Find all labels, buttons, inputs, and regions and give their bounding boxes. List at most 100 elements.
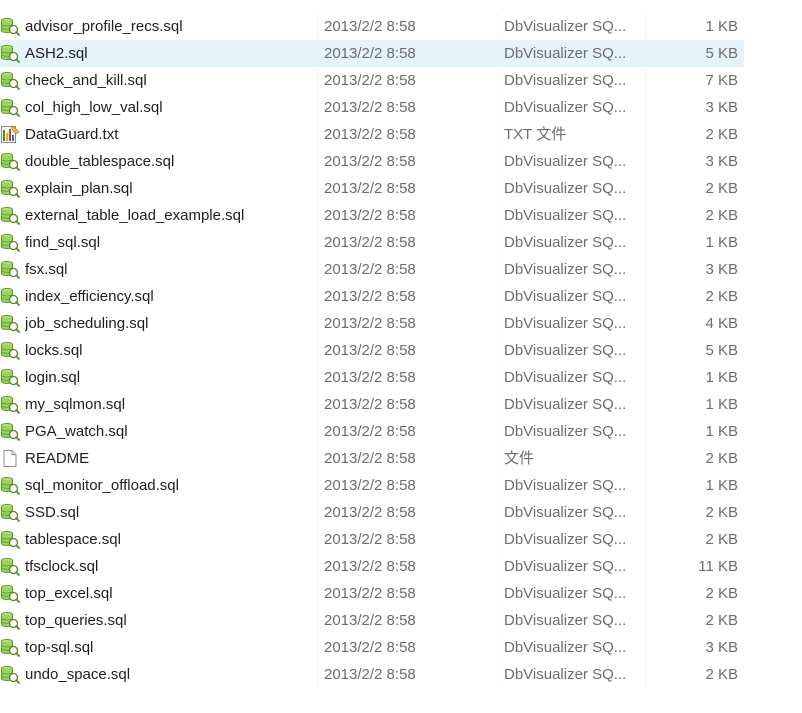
- file-name: explain_plan.sql: [25, 180, 133, 197]
- column-divider: [317, 418, 318, 445]
- column-divider: [497, 310, 498, 337]
- file-type: TXT 文件: [504, 126, 567, 143]
- file-name: top-sql.sql: [25, 639, 94, 656]
- file-type: DbVisualizer SQ...: [504, 666, 627, 683]
- file-row[interactable]: top_excel.sql 2013/2/2 8:58 DbVisualizer S…: [0, 580, 802, 607]
- sql-file-icon: [0, 179, 20, 198]
- file-size: 4 KB: [705, 315, 738, 332]
- file-modified-date: 2013/2/2 8:58: [324, 369, 416, 386]
- file-modified-date: 2013/2/2 8:58: [324, 315, 416, 332]
- file-size: 3 KB: [705, 261, 738, 278]
- file-modified-date: 2013/2/2 8:58: [324, 612, 416, 629]
- column-divider: [317, 121, 318, 148]
- file-row[interactable]: job_scheduling.sql 2013/2/2 8:58 DbVisuali…: [0, 310, 802, 337]
- column-divider: [497, 418, 498, 445]
- file-size: 2 KB: [705, 666, 738, 683]
- file-name: col_high_low_val.sql: [25, 99, 163, 116]
- file-modified-date: 2013/2/2 8:58: [324, 45, 416, 62]
- sql-file-icon: [0, 314, 20, 333]
- file-name: my_sqlmon.sql: [25, 396, 126, 413]
- file-type: DbVisualizer SQ...: [504, 153, 627, 170]
- column-divider: [497, 256, 498, 283]
- column-divider: [645, 40, 646, 67]
- column-divider: [317, 202, 318, 229]
- column-divider: [645, 148, 646, 175]
- file-size: 1 KB: [705, 18, 738, 35]
- column-divider: [645, 94, 646, 121]
- file-row[interactable]: sql_monitor_offload.sql 2013/2/2 8:58 DbVi…: [0, 472, 802, 499]
- file-row[interactable]: undo_space.sql 2013/2/2 8:58 DbVisualizer …: [0, 661, 802, 688]
- file-row[interactable]: fsx.sql 2013/2/2 8:58 DbVisualizer SQ... 3 …: [0, 256, 802, 283]
- file-modified-date: 2013/2/2 8:58: [324, 423, 416, 440]
- file-type: DbVisualizer SQ...: [504, 396, 627, 413]
- column-divider: [317, 256, 318, 283]
- column-divider: [317, 40, 318, 67]
- file-size: 2 KB: [705, 504, 738, 521]
- file-row[interactable]: login.sql 2013/2/2 8:58 DbVisualizer SQ...…: [0, 364, 802, 391]
- file-modified-date: 2013/2/2 8:58: [324, 477, 416, 494]
- file-size: 2 KB: [705, 585, 738, 602]
- sql-file-icon: [0, 395, 20, 414]
- file-row[interactable]: advisor_profile_recs.sql 2013/2/2 8:58 DbV…: [0, 13, 802, 40]
- file-row[interactable]: locks.sql 2013/2/2 8:58 DbVisualizer SQ...…: [0, 337, 802, 364]
- sql-file-icon: [0, 422, 20, 441]
- file-row[interactable]: explain_plan.sql 2013/2/2 8:58 DbVisualize…: [0, 175, 802, 202]
- column-divider: [645, 418, 646, 445]
- file-row[interactable]: ASH2.sql 2013/2/2 8:58 DbVisualizer SQ... 5…: [0, 40, 802, 67]
- file-row[interactable]: README 2013/2/2 8:58 文件 2 KB: [0, 445, 802, 472]
- file-row[interactable]: PGA_watch.sql 2013/2/2 8:58 DbVisualizer S…: [0, 418, 802, 445]
- file-row[interactable]: col_high_low_val.sql 2013/2/2 8:58 DbVisua…: [0, 94, 802, 121]
- file-modified-date: 2013/2/2 8:58: [324, 99, 416, 116]
- file-modified-date: 2013/2/2 8:58: [324, 504, 416, 521]
- column-divider: [645, 364, 646, 391]
- file-type: DbVisualizer SQ...: [504, 612, 627, 629]
- file-name: find_sql.sql: [25, 234, 101, 251]
- file-type: DbVisualizer SQ...: [504, 423, 627, 440]
- file-modified-date: 2013/2/2 8:58: [324, 153, 416, 170]
- file-type: DbVisualizer SQ...: [504, 180, 627, 197]
- file-type: DbVisualizer SQ...: [504, 558, 627, 575]
- file-type: DbVisualizer SQ...: [504, 504, 627, 521]
- file-type: DbVisualizer SQ...: [504, 369, 627, 386]
- file-row[interactable]: DataGuard.txt 2013/2/2 8:58 TXT 文件 2 KB: [0, 121, 802, 148]
- file-type: DbVisualizer SQ...: [504, 639, 627, 656]
- blank-file-icon: [0, 449, 20, 468]
- file-row[interactable]: double_tablespace.sql 2013/2/2 8:58 DbVisu…: [0, 148, 802, 175]
- file-size: 7 KB: [705, 72, 738, 89]
- column-divider: [317, 310, 318, 337]
- file-name: DataGuard.txt: [25, 126, 119, 143]
- column-divider: [497, 283, 498, 310]
- file-row[interactable]: find_sql.sql 2013/2/2 8:58 DbVisualizer SQ…: [0, 229, 802, 256]
- file-type: 文件: [504, 450, 535, 467]
- file-row[interactable]: top-sql.sql 2013/2/2 8:58 DbVisualizer SQ.…: [0, 634, 802, 661]
- file-modified-date: 2013/2/2 8:58: [324, 180, 416, 197]
- column-divider: [645, 310, 646, 337]
- file-name: advisor_profile_recs.sql: [25, 18, 183, 35]
- file-row[interactable]: SSD.sql 2013/2/2 8:58 DbVisualizer SQ... 2 …: [0, 499, 802, 526]
- file-size: 5 KB: [705, 342, 738, 359]
- column-divider: [497, 40, 498, 67]
- text-file-icon: [0, 125, 20, 144]
- column-divider: [497, 202, 498, 229]
- file-row[interactable]: top_queries.sql 2013/2/2 8:58 DbVisualizer…: [0, 607, 802, 634]
- file-row[interactable]: my_sqlmon.sql 2013/2/2 8:58 DbVisualizer S…: [0, 391, 802, 418]
- file-size: 1 KB: [705, 234, 738, 251]
- column-divider: [645, 121, 646, 148]
- file-name: tfsclock.sql: [25, 558, 99, 575]
- column-divider: [497, 607, 498, 634]
- file-name: PGA_watch.sql: [25, 423, 128, 440]
- file-size: 1 KB: [705, 477, 738, 494]
- file-row[interactable]: tablespace.sql 2013/2/2 8:58 DbVisualizer …: [0, 526, 802, 553]
- sql-file-icon: [0, 611, 20, 630]
- column-divider: [317, 661, 318, 688]
- column-divider: [645, 202, 646, 229]
- sql-file-icon: [0, 503, 20, 522]
- file-type: DbVisualizer SQ...: [504, 288, 627, 305]
- file-modified-date: 2013/2/2 8:58: [324, 72, 416, 89]
- sql-file-icon: [0, 557, 20, 576]
- file-name: locks.sql: [25, 342, 83, 359]
- file-row[interactable]: external_table_load_example.sql 2013/2/2 …: [0, 202, 802, 229]
- file-row[interactable]: index_efficiency.sql 2013/2/2 8:58 DbVisua…: [0, 283, 802, 310]
- file-row[interactable]: tfsclock.sql 2013/2/2 8:58 DbVisualizer SQ…: [0, 553, 802, 580]
- file-row[interactable]: check_and_kill.sql 2013/2/2 8:58 DbVisuali…: [0, 67, 802, 94]
